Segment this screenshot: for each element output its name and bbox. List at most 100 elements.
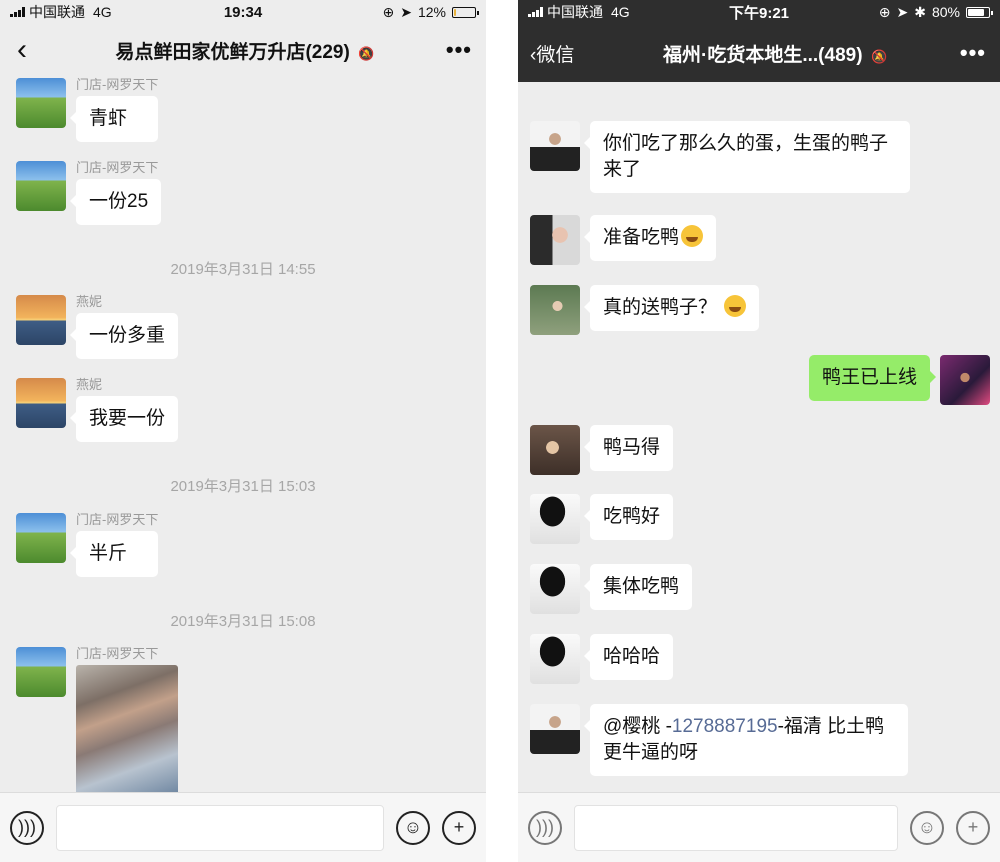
mute-icon: 🔕 [358,45,375,61]
chat-navbar: ‹ 易点鲜田家优鲜万升店(229) 🔕 ••• [0,24,486,76]
signal-icon [10,7,25,17]
message-input[interactable] [574,804,898,851]
sender-name: 门店-网罗天下 [76,512,159,527]
message-bubble[interactable]: 真的送鸭子？ [583,285,760,331]
message-bubble[interactable]: 我要一份 [69,396,179,442]
battery-percent: 12% [417,4,446,20]
status-bar: 中国联通 4G 下午9:21 ⊕ ➤ ✱ 80% [518,0,1000,24]
heart-eyes-emoji-icon [724,295,747,317]
message-bubble[interactable]: 一份多重 [69,313,179,359]
avatar[interactable] [530,634,580,684]
avatar[interactable] [530,494,580,544]
message-row: 集体吃鸭 [530,564,693,614]
message-row: 鸭马得 [530,425,674,475]
battery-icon [966,6,993,18]
message-bubble[interactable]: @樱桃 -1278887195-福清 比土鸭更牛逼的呀 [584,704,908,776]
message-row: 燕妮 我要一份 [16,377,179,442]
avatar[interactable] [16,378,66,428]
avatar[interactable] [16,161,66,211]
avatar[interactable] [530,564,580,614]
carrier-label: 中国联通 [29,4,85,20]
battery-percent: 80% [931,4,960,20]
location-icon: ➤ [896,3,909,20]
lock-rotation-icon: ⊕ [878,3,891,20]
message-photo[interactable] [76,665,178,795]
message-row: 准备吃鸭 [530,215,717,265]
message-bubble[interactable]: 哈哈哈 [583,634,674,680]
chat-title: 易点鲜田家优鲜万升店(229) [115,41,350,63]
plus-icon[interactable]: + [442,810,476,845]
message-bubble[interactable]: 半斤 [69,531,159,577]
avatar[interactable] [530,285,580,335]
sender-name: 燕妮 [76,377,103,392]
lock-rotation-icon: ⊕ [382,3,395,20]
plus-icon[interactable]: + [956,810,990,845]
message-row: 你们吃了那么久的蛋，生蛋的鸭子来了 [530,121,910,193]
left-chat-screen: 中国联通 4G 19:34 ⊕ ➤ 12% ‹ 易点鲜田家优鲜万升店(229) … [0,0,486,862]
mention-prefix: @樱桃 - [603,716,672,737]
avatar[interactable] [16,295,66,345]
sender-name: 门店-网罗天下 [76,77,159,92]
nav-title-wrap: 易点鲜田家优鲜万升店(229) 🔕 [44,37,436,64]
message-row: 门店-网罗天下 青虾 [16,77,159,142]
more-button[interactable]: ••• [960,40,986,66]
message-text: 真的送鸭子？ [603,297,718,318]
sender-name: 门店-网罗天下 [76,160,159,175]
avatar[interactable] [940,355,990,405]
right-chat-screen: 中国联通 4G 下午9:21 ⊕ ➤ ✱ 80% ‹微信 福州·吃货本地生...… [518,0,1000,862]
back-button[interactable]: ‹微信 [518,40,574,67]
voice-icon[interactable]: ))) [10,810,44,845]
message-row-mine: 鸭王已上线 [808,355,990,405]
network-label: 4G [611,4,630,20]
signal-icon [528,7,543,17]
message-bubble[interactable]: 准备吃鸭 [583,215,717,261]
timestamp: 2019年3月31日 15:08 [170,613,316,630]
timestamp: 2019年3月31日 14:55 [170,261,316,278]
back-button[interactable]: ‹ [0,35,44,65]
input-bar: ))) ☺ + [0,792,486,862]
timestamp: 2019年3月31日 15:03 [170,478,316,495]
mute-icon: 🔕 [871,48,888,64]
avatar[interactable] [530,215,580,265]
avatar[interactable] [16,647,66,697]
input-bar: ))) ☺ + [518,792,1000,862]
message-row: 吃鸭好 [530,494,674,544]
message-text: 准备吃鸭 [603,227,680,248]
more-button[interactable]: ••• [446,37,472,63]
sender-name: 燕妮 [76,294,103,309]
nav-title-wrap: 福州·吃货本地生...(489) 🔕 [574,40,960,67]
phone-link[interactable]: 1278887195 [672,716,778,737]
message-bubble[interactable]: 你们吃了那么久的蛋，生蛋的鸭子来了 [584,121,910,193]
emoji-icon[interactable]: ☺ [910,810,944,845]
thinking-emoji-icon [681,225,704,247]
avatar[interactable] [16,78,66,128]
message-bubble[interactable]: 吃鸭好 [583,494,674,540]
chat-title: 福州·吃货本地生...(489) [663,44,863,66]
emoji-icon[interactable]: ☺ [396,810,430,845]
network-label: 4G [93,4,112,20]
chat-navbar: ‹微信 福州·吃货本地生...(489) 🔕 ••• [518,24,1000,82]
bluetooth-icon: ✱ [914,3,926,20]
sender-name: 门店-网罗天下 [76,646,159,661]
location-icon: ➤ [400,3,412,20]
battery-icon [452,6,479,18]
voice-icon[interactable]: ))) [528,810,562,845]
message-row: @樱桃 -1278887195-福清 比土鸭更牛逼的呀 [530,704,908,776]
message-bubble[interactable]: 集体吃鸭 [583,564,693,610]
avatar[interactable] [16,513,66,563]
message-input[interactable] [56,804,384,851]
carrier-label: 中国联通 [547,4,603,20]
status-bar: 中国联通 4G 19:34 ⊕ ➤ 12% [0,0,486,24]
message-bubble[interactable]: 青虾 [69,96,159,142]
message-bubble[interactable]: 一份25 [69,179,162,225]
message-row: 门店-网罗天下 一份25 [16,160,162,225]
message-row: 燕妮 一份多重 [16,294,179,359]
avatar[interactable] [530,704,580,754]
message-row: 哈哈哈 [530,634,674,684]
avatar[interactable] [530,121,580,171]
message-bubble[interactable]: 鸭王已上线 [808,355,937,401]
avatar[interactable] [530,425,580,475]
message-row: 真的送鸭子？ [530,285,760,335]
message-row: 门店-网罗天下 [16,646,178,795]
message-bubble[interactable]: 鸭马得 [583,425,674,471]
